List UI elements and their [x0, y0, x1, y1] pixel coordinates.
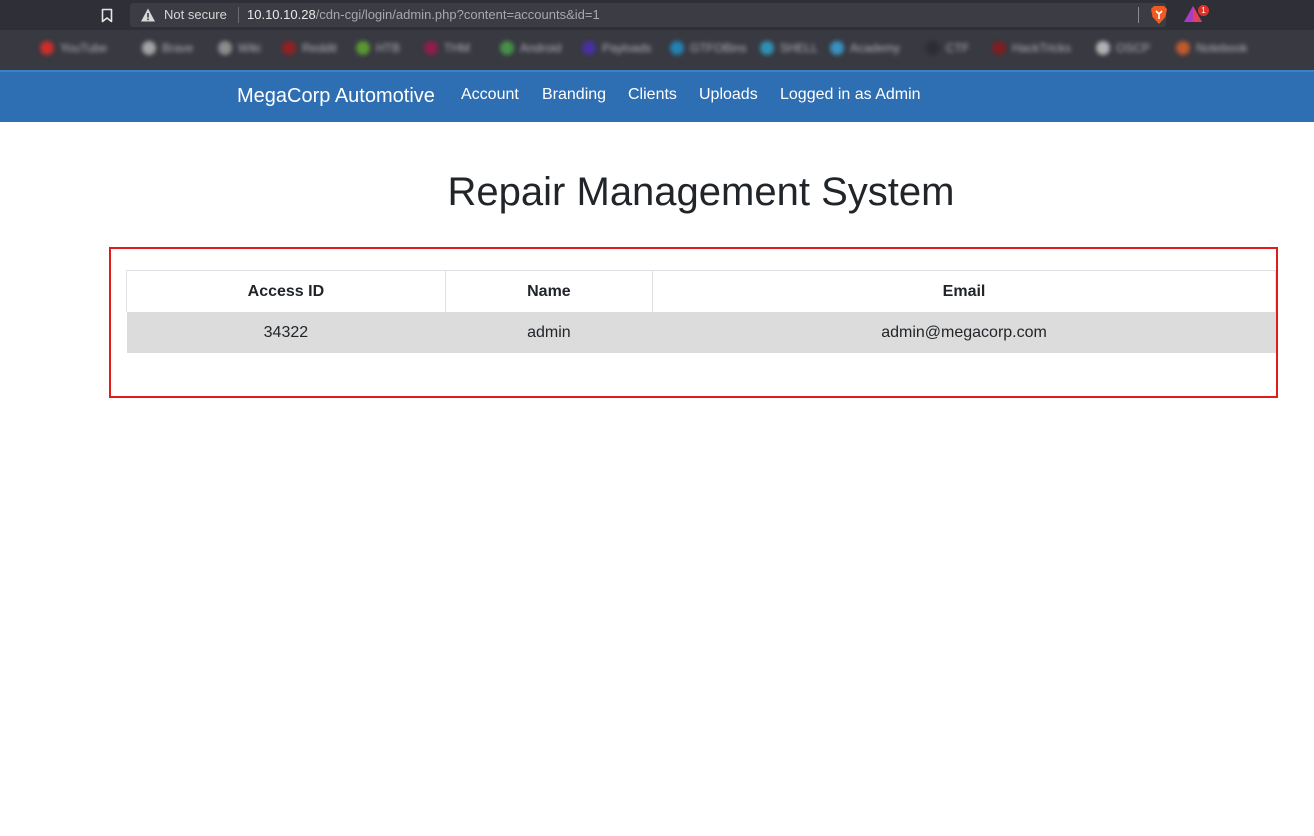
bookmark-label: SHELL	[780, 41, 819, 55]
cell-email: admin@megacorp.com	[652, 312, 1276, 353]
bookmark-favicon-icon	[760, 41, 774, 55]
bookmark-item[interactable]: YouTube	[40, 40, 107, 56]
bookmark-item[interactable]: OSCP	[1096, 40, 1150, 56]
bookmarks-bar: YouTube Brave Wiki Reddit HTB THM Android Paylo…	[0, 30, 1314, 70]
table-row: 34322 admin admin@megacorp.com	[126, 312, 1276, 353]
bookmark-item[interactable]: Academy	[830, 40, 900, 56]
bookmark-favicon-icon	[218, 41, 232, 55]
toolbar-divider	[1138, 7, 1139, 23]
nav-link-clients[interactable]: Clients	[628, 85, 677, 105]
header-access-id: Access ID	[126, 270, 446, 312]
bookmark-item[interactable]: Reddit	[282, 40, 337, 56]
bookmark-favicon-icon	[282, 41, 296, 55]
table-header-row: Access ID Name Email	[126, 270, 1276, 312]
url-path: /cdn-cgi/login/admin.php?content=account…	[315, 7, 600, 22]
brave-shields-icon[interactable]	[1150, 5, 1168, 25]
cell-name: admin	[445, 312, 653, 353]
bookmark-label: Academy	[850, 41, 901, 55]
security-status-label[interactable]: Not secure	[164, 7, 227, 23]
cell-access-id: 34322	[126, 312, 446, 353]
bookmark-favicon-icon	[1096, 41, 1110, 55]
site-navbar: MegaCorp Automotive Account Branding Cli…	[0, 70, 1314, 122]
bookmark-label: OSCP	[1116, 41, 1151, 55]
bookmark-label: Brave	[162, 41, 194, 55]
bookmark-item[interactable]: SHELL	[760, 40, 818, 56]
bookmark-label: Reddit	[302, 41, 337, 55]
bookmark-item[interactable]: Payloads	[582, 40, 651, 56]
bookmark-label: Android	[520, 41, 562, 55]
bookmark-item[interactable]: Android	[500, 40, 561, 56]
bookmark-favicon-icon	[142, 41, 156, 55]
bookmark-label: THM	[444, 41, 470, 55]
url-text[interactable]: 10.10.10.28/cdn-cgi/login/admin.php?cont…	[247, 7, 600, 23]
bookmark-favicon-icon	[992, 41, 1006, 55]
header-email: Email	[652, 270, 1276, 312]
page-title: Repair Management System	[447, 170, 955, 214]
nav-link-uploads[interactable]: Uploads	[699, 85, 758, 105]
bookmark-item[interactable]: Wiki	[218, 40, 261, 56]
nav-link-account[interactable]: Account	[461, 85, 519, 105]
bookmark-label: Payloads	[602, 41, 652, 55]
bookmark-favicon-icon	[1176, 41, 1190, 55]
address-divider	[238, 7, 239, 23]
bookmark-favicon-icon	[40, 41, 54, 55]
bookmark-favicon-icon	[582, 41, 596, 55]
bookmark-item[interactable]: THM	[424, 40, 470, 56]
bookmark-label: Wiki	[238, 41, 261, 55]
bookmark-item[interactable]: Brave	[142, 40, 193, 56]
bookmark-favicon-icon	[670, 41, 684, 55]
address-bar[interactable]: Not secure 10.10.10.28/cdn-cgi/login/adm…	[130, 3, 1166, 27]
bookmark-item[interactable]: HTB	[356, 40, 400, 56]
bookmark-page-icon[interactable]	[96, 4, 118, 26]
bookmark-favicon-icon	[500, 41, 514, 55]
rewards-badge: 1	[1198, 5, 1209, 16]
bookmark-label: HTB	[376, 41, 400, 55]
bookmark-label: HackTricks	[1012, 41, 1071, 55]
bookmark-label: Notebook	[1196, 41, 1248, 55]
bookmark-item[interactable]: Notebook	[1176, 40, 1247, 56]
bookmark-favicon-icon	[830, 41, 844, 55]
bookmark-item[interactable]: HackTricks	[992, 40, 1071, 56]
url-host: 10.10.10.28	[247, 7, 316, 22]
bookmark-item[interactable]: GTFOBins	[670, 40, 747, 56]
bookmark-label: YouTube	[60, 41, 108, 55]
warning-icon[interactable]	[140, 7, 156, 23]
brand-link[interactable]: MegaCorp Automotive	[237, 83, 435, 109]
bookmark-favicon-icon	[424, 41, 438, 55]
bookmark-favicon-icon	[356, 41, 370, 55]
bookmark-item[interactable]: CTF	[926, 40, 969, 56]
header-name: Name	[444, 270, 654, 312]
accounts-table: Access ID Name Email 34322 admin admin@m…	[126, 270, 1276, 353]
bookmark-label: GTFOBins	[690, 41, 747, 55]
bookmark-favicon-icon	[926, 41, 940, 55]
nav-link-branding[interactable]: Branding	[542, 85, 606, 105]
browser-toolbar: Not secure 10.10.10.28/cdn-cgi/login/adm…	[0, 0, 1314, 30]
nav-link-logged-in[interactable]: Logged in as Admin	[780, 85, 921, 105]
bookmark-label: CTF	[946, 41, 970, 55]
